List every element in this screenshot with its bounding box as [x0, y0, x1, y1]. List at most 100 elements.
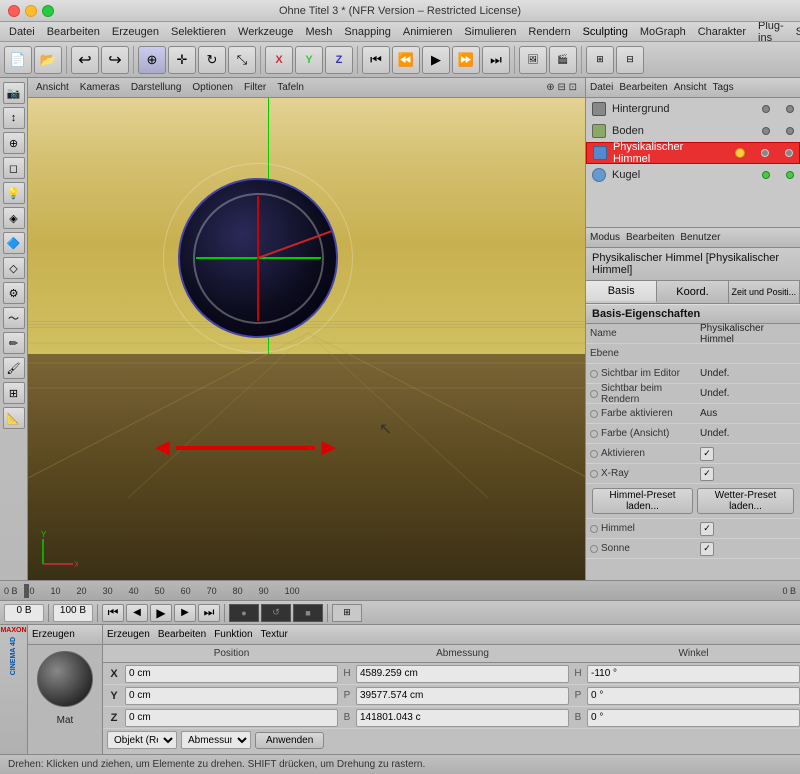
vp-darstellung[interactable]: Darstellung [127, 81, 186, 94]
play-back[interactable]: ⏮ [362, 46, 390, 74]
x-constraint[interactable]: X [265, 46, 293, 74]
obj-item-hintergrund[interactable]: Hintergrund [586, 98, 800, 120]
menu-plugins[interactable]: Plug-ins [753, 19, 789, 45]
tc-start-frame[interactable]: 0 B [4, 604, 44, 622]
play[interactable]: ▶ [422, 46, 450, 74]
menu-mesh[interactable]: Mesh [300, 25, 337, 39]
undo-button[interactable]: ↩ [71, 46, 99, 74]
size-x[interactable]: 4589.259 cm [356, 665, 569, 683]
lights-icon[interactable]: 💡 [3, 182, 25, 204]
tc-extra[interactable]: ⊞ [332, 604, 362, 622]
sculpt-icon[interactable]: ✏ [3, 332, 25, 354]
tf-textur[interactable]: Textur [261, 629, 288, 640]
tc-play-button[interactable]: ▶ [150, 604, 172, 622]
prop-check-sonne[interactable]: ✓ [700, 542, 714, 556]
maximize-button[interactable] [42, 5, 54, 17]
vp-extra[interactable]: ⊕ ⊟ ⊡ [542, 82, 581, 93]
prop-check-himmel[interactable]: ✓ [700, 522, 714, 536]
tc-first-frame[interactable]: ⏮ [102, 604, 124, 622]
polygon-icon[interactable]: ◈ [3, 207, 25, 229]
nurbs-icon[interactable]: 🔷 [3, 232, 25, 254]
grid-toggle[interactable]: ⊟ [616, 46, 644, 74]
himmel-preset-button[interactable]: Himmel-Preset laden... [592, 488, 693, 514]
obj-header-ansicht[interactable]: Ansicht [674, 82, 707, 93]
tab-zeit[interactable]: Zeit und Positi... [729, 281, 800, 303]
rotate-tool[interactable]: ↻ [198, 46, 226, 74]
obj-item-himmel[interactable]: Physikalischer Himmel [586, 142, 800, 164]
obj-header-bearbeiten[interactable]: Bearbeiten [619, 82, 667, 93]
size-z[interactable]: 141801.043 c [356, 709, 569, 727]
pos-z[interactable]: 0 cm [125, 709, 338, 727]
move-tool[interactable]: ✛ [168, 46, 196, 74]
menu-animieren[interactable]: Animieren [398, 25, 458, 39]
step-fwd[interactable]: ⏩ [452, 46, 480, 74]
angle-y[interactable]: 0 ° [587, 687, 800, 705]
menu-erzeugen[interactable]: Erzeugen [107, 25, 164, 39]
obj-item-boden[interactable]: Boden [586, 120, 800, 142]
prop-check-xray[interactable]: ✓ [700, 467, 714, 481]
move-icon[interactable]: ↕ [3, 107, 25, 129]
close-button[interactable] [8, 5, 20, 17]
menu-simulieren[interactable]: Simulieren [459, 25, 521, 39]
render-btn[interactable]: 🎬 [549, 46, 577, 74]
generator-icon[interactable]: ⚙ [3, 282, 25, 304]
tf-bearbeiten[interactable]: Bearbeiten [158, 629, 206, 640]
size-y[interactable]: 39577.574 cm [356, 687, 569, 705]
tc-end-frame[interactable]: 100 B [53, 604, 93, 622]
vp-optionen[interactable]: Optionen [188, 81, 237, 94]
measure-icon[interactable]: 📐 [3, 407, 25, 429]
deformer-icon[interactable]: ◇ [3, 257, 25, 279]
tab-basis[interactable]: Basis [586, 281, 657, 303]
minimize-button[interactable] [25, 5, 37, 17]
select-tool[interactable]: ⊕ [138, 46, 166, 74]
tc-record[interactable]: ● [229, 604, 259, 622]
menu-selektieren[interactable]: Selektieren [166, 25, 231, 39]
menu-bearbeiten[interactable]: Bearbeiten [42, 25, 105, 39]
prop-check-aktivieren[interactable]: ✓ [700, 447, 714, 461]
mat-erzeugen[interactable]: Erzeugen [32, 629, 75, 640]
tab-koord[interactable]: Koord. [657, 281, 728, 303]
tc-last-frame[interactable]: ⏭ [198, 604, 220, 622]
menu-datei[interactable]: Datei [4, 25, 40, 39]
measurement-select[interactable]: Abmessung Skalierung [181, 731, 251, 749]
obj-header-tags[interactable]: Tags [713, 82, 734, 93]
spline-icon[interactable]: 〜 [3, 307, 25, 329]
scale-tool[interactable]: ⤡ [228, 46, 256, 74]
object-icon[interactable]: ◻ [3, 157, 25, 179]
apply-button[interactable]: Anwenden [255, 732, 324, 749]
wetter-preset-button[interactable]: Wetter-Preset laden... [697, 488, 794, 514]
play-fwd[interactable]: ⏭ [482, 46, 510, 74]
menu-rendern[interactable]: Rendern [523, 25, 575, 39]
tc-prev-frame[interactable]: ◀ [126, 604, 148, 622]
camera-icon[interactable]: 📷 [3, 82, 25, 104]
tc-stop[interactable]: ■ [293, 604, 323, 622]
viewport[interactable]: Ansicht Kameras Darstellung Optionen Fil… [28, 78, 585, 580]
redo-button[interactable]: ↪ [101, 46, 129, 74]
obj-item-kugel[interactable]: Kugel [586, 164, 800, 186]
menu-skript[interactable]: Skript [791, 25, 800, 39]
y-constraint[interactable]: Y [295, 46, 323, 74]
angle-x[interactable]: -110 ° [587, 665, 800, 683]
pos-y[interactable]: 0 cm [125, 687, 338, 705]
vp-tafeln[interactable]: Tafeln [273, 81, 308, 94]
vp-ansicht[interactable]: Ansicht [32, 81, 73, 94]
paint-icon[interactable]: 🖌 [3, 357, 25, 379]
vp-filter[interactable]: Filter [240, 81, 270, 94]
prop-bearbeiten[interactable]: Bearbeiten [626, 232, 674, 243]
tc-loop[interactable]: ↺ [261, 604, 291, 622]
pos-x[interactable]: 0 cm [125, 665, 338, 683]
step-back[interactable]: ⏪ [392, 46, 420, 74]
menu-mograph[interactable]: MoGraph [635, 25, 691, 39]
tf-erzeugen[interactable]: Erzeugen [107, 629, 150, 640]
angle-z[interactable]: 0 ° [587, 709, 800, 727]
menu-snapping[interactable]: Snapping [339, 25, 396, 39]
obj-header-datei[interactable]: Datei [590, 82, 613, 93]
snap-toggle[interactable]: ⊞ [586, 46, 614, 74]
prop-modus[interactable]: Modus [590, 232, 620, 243]
menu-charakter[interactable]: Charakter [693, 25, 751, 39]
transform-icon[interactable]: ⊕ [3, 132, 25, 154]
vp-kameras[interactable]: Kameras [76, 81, 124, 94]
tf-funktion[interactable]: Funktion [214, 629, 252, 640]
prop-benutzer[interactable]: Benutzer [680, 232, 720, 243]
snap-icon[interactable]: ⊞ [3, 382, 25, 404]
